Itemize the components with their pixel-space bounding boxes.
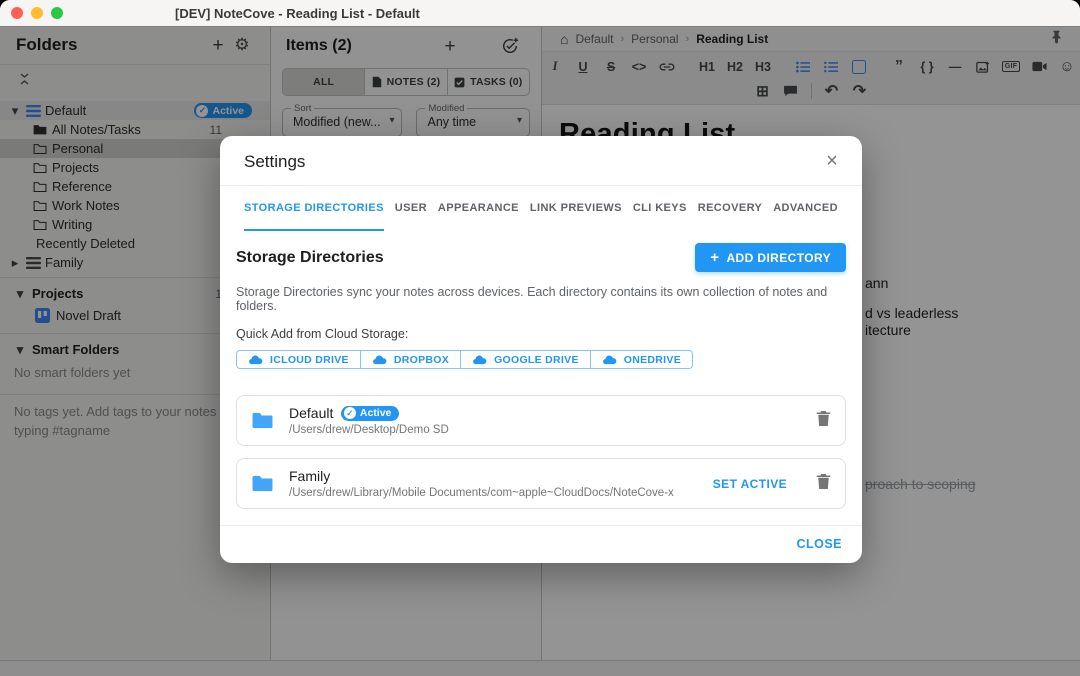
directory-card-family: Family /Users/drew/Library/Mobile Docume… bbox=[236, 458, 846, 509]
tab-cli-keys[interactable]: CLI KEYS bbox=[633, 186, 687, 231]
active-badge: ✓ Active bbox=[341, 406, 399, 421]
directory-name: Family bbox=[289, 468, 330, 484]
trash-icon bbox=[816, 473, 831, 490]
active-badge-label: Active bbox=[360, 407, 392, 419]
settings-dialog: Settings × STORAGE DIRECTORIES USER APPE… bbox=[220, 136, 862, 563]
cloud-icon bbox=[372, 354, 387, 365]
onedrive-button[interactable]: ONEDRIVE bbox=[590, 350, 693, 369]
close-dialog-button[interactable]: × bbox=[820, 149, 844, 173]
google-drive-button[interactable]: GOOGLE DRIVE bbox=[460, 350, 591, 369]
tab-storage-directories[interactable]: STORAGE DIRECTORIES bbox=[244, 186, 384, 231]
close-icon: × bbox=[826, 150, 838, 173]
add-directory-label: ADD DIRECTORY bbox=[726, 251, 831, 265]
tab-advanced[interactable]: ADVANCED bbox=[773, 186, 838, 231]
minimize-window-button[interactable] bbox=[31, 7, 43, 19]
zoom-window-button[interactable] bbox=[51, 7, 63, 19]
close-window-button[interactable] bbox=[11, 7, 23, 19]
tab-recovery[interactable]: RECOVERY bbox=[698, 186, 763, 231]
trash-icon bbox=[816, 410, 831, 427]
settings-title: Settings bbox=[244, 152, 305, 171]
storage-directories-description: Storage Directories sync your notes acro… bbox=[236, 285, 846, 313]
cloud-button-label: ICLOUD DRIVE bbox=[270, 354, 349, 366]
cloud-button-label: GOOGLE DRIVE bbox=[494, 354, 579, 366]
directory-name: Default bbox=[289, 405, 333, 421]
cloud-icon bbox=[248, 354, 263, 365]
folder-icon bbox=[251, 474, 274, 493]
plus-icon: + bbox=[710, 250, 719, 265]
directory-path: /Users/drew/Desktop/Demo SD bbox=[289, 424, 449, 436]
directory-path: /Users/drew/Library/Mobile Documents/com… bbox=[289, 487, 674, 499]
folder-icon bbox=[251, 411, 274, 430]
dropbox-button[interactable]: DROPBOX bbox=[360, 350, 461, 369]
traffic-lights bbox=[11, 7, 63, 19]
window-title: [DEV] NoteCove - Reading List - Default bbox=[175, 6, 420, 21]
cloud-storage-buttons: ICLOUD DRIVE DROPBOX GOOGLE DRIVE ONEDRI… bbox=[236, 350, 693, 369]
check-icon: ✓ bbox=[344, 407, 356, 419]
icloud-drive-button[interactable]: ICLOUD DRIVE bbox=[236, 350, 361, 369]
directory-card-default: Default ✓ Active /Users/drew/Desktop/Dem… bbox=[236, 395, 846, 446]
settings-tabs: STORAGE DIRECTORIES USER APPEARANCE LINK… bbox=[220, 186, 862, 231]
add-directory-button[interactable]: + ADD DIRECTORY bbox=[695, 243, 846, 272]
cloud-icon bbox=[472, 354, 487, 365]
tab-link-previews[interactable]: LINK PREVIEWS bbox=[530, 186, 622, 231]
close-settings-button[interactable]: CLOSE bbox=[796, 537, 842, 551]
quick-add-label: Quick Add from Cloud Storage: bbox=[236, 327, 846, 341]
cloud-button-label: DROPBOX bbox=[394, 354, 449, 366]
delete-directory-button[interactable] bbox=[816, 473, 831, 495]
app-window: [DEV] NoteCove - Reading List - Default … bbox=[0, 0, 1080, 676]
storage-directories-heading: Storage Directories bbox=[236, 249, 384, 267]
titlebar: [DEV] NoteCove - Reading List - Default bbox=[0, 0, 1080, 27]
tab-user[interactable]: USER bbox=[395, 186, 427, 231]
set-active-button[interactable]: SET ACTIVE bbox=[713, 477, 787, 491]
cloud-icon bbox=[602, 354, 617, 365]
cloud-button-label: ONEDRIVE bbox=[624, 354, 681, 366]
delete-directory-button[interactable] bbox=[816, 410, 831, 432]
tab-appearance[interactable]: APPEARANCE bbox=[438, 186, 519, 231]
